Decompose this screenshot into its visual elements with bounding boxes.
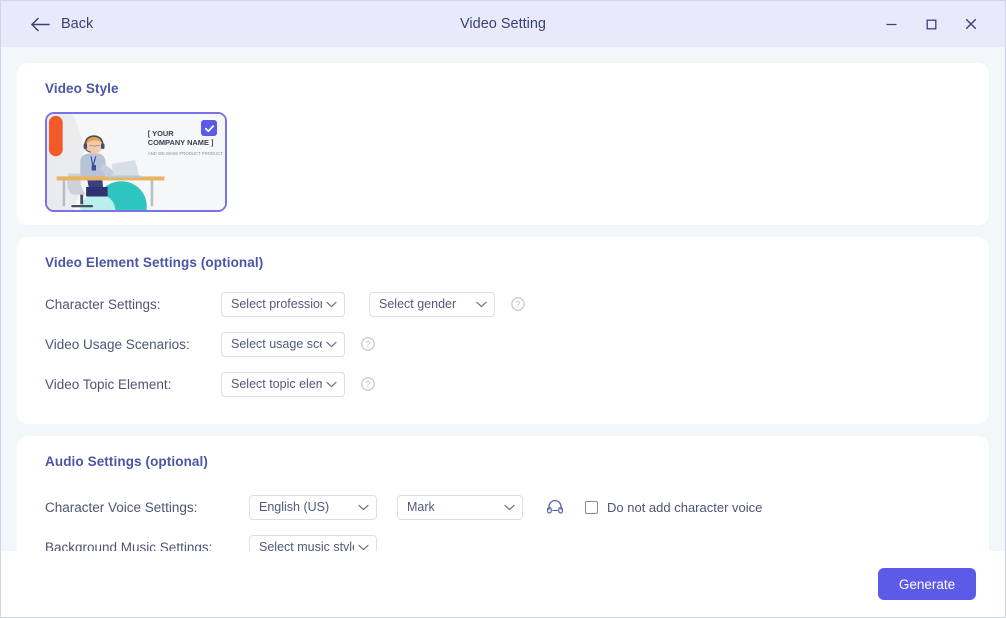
character-settings-help-icon[interactable]: ?	[511, 297, 525, 311]
usage-scenarios-row: Video Usage Scenarios: Select usage scen…	[17, 324, 989, 364]
minimize-button[interactable]	[871, 9, 911, 39]
voice-name-value: Mark	[407, 500, 435, 514]
topic-element-label: Video Topic Element:	[45, 376, 172, 392]
thumbnail-company-line2: COMPANY NAME ]	[148, 138, 214, 147]
chevron-down-icon	[504, 504, 515, 510]
no-character-voice-checkbox[interactable]: Do not add character voice	[585, 500, 762, 515]
usage-scenario-select[interactable]: Select usage scena	[221, 331, 345, 357]
video-style-options: [ YOUR COMPANY NAME ] AND WE MAKE PRODUC…	[17, 96, 989, 212]
generate-button[interactable]: Generate	[878, 568, 976, 600]
video-style-section-title: Video Style	[45, 81, 119, 96]
character-voice-label: Character Voice Settings:	[45, 499, 198, 515]
voice-language-value: English (US)	[259, 500, 330, 514]
video-style-thumbnail[interactable]: [ YOUR COMPANY NAME ] AND WE MAKE PRODUC…	[45, 112, 227, 212]
background-music-label: Background Music Settings:	[45, 539, 213, 552]
maximize-button[interactable]	[911, 9, 951, 39]
music-style-value: Select music style	[259, 540, 354, 551]
checkmark-icon	[204, 124, 214, 132]
settings-content: Video Style [YOUR COMPANY NAME] AND WE…	[1, 47, 1005, 551]
voice-language-select[interactable]: English (US)	[249, 494, 377, 520]
video-setting-window: Back Video Setting Video Style [YOUR CO…	[0, 0, 1006, 618]
usage-scenario-select-value: Select usage scena	[231, 337, 322, 351]
usage-scenarios-label: Video Usage Scenarios:	[45, 336, 190, 352]
svg-text:?: ?	[366, 380, 371, 389]
chevron-down-icon	[326, 381, 337, 387]
topic-element-row: Video Topic Element: Select topic eleme …	[17, 364, 989, 404]
usage-scenarios-help-icon[interactable]: ?	[361, 337, 375, 351]
voice-name-select[interactable]: Mark	[397, 494, 523, 520]
window-title: Video Setting	[460, 16, 546, 32]
background-music-row: Background Music Settings: Select music …	[17, 527, 989, 551]
topic-element-help-icon[interactable]: ?	[361, 377, 375, 391]
chevron-down-icon	[358, 504, 369, 510]
video-element-section-title: Video Element Settings (optional)	[45, 255, 264, 270]
svg-text:?: ?	[366, 340, 371, 349]
topic-element-select-value: Select topic eleme	[231, 377, 322, 391]
close-button[interactable]	[951, 9, 991, 39]
no-character-voice-label: Do not add character voice	[607, 499, 763, 515]
video-style-panel: Video Style [YOUR COMPANY NAME] AND WE…	[17, 63, 989, 225]
audio-settings-section-title: Audio Settings (optional)	[45, 454, 208, 469]
profession-select[interactable]: Select profession	[221, 291, 345, 317]
back-arrow-icon	[31, 17, 50, 32]
chevron-down-icon	[326, 341, 337, 347]
back-label: Back	[61, 16, 94, 32]
thumbnail-company-line1: [ YOUR	[148, 129, 175, 138]
video-element-settings-panel: Video Element Settings (optional) Charac…	[17, 237, 989, 424]
headphones-icon[interactable]	[546, 498, 564, 516]
thumbnail-tagline: AND WE MAKE PRODUCT PRODUCT	[148, 151, 224, 156]
gender-select[interactable]: Select gender	[369, 291, 495, 317]
window-controls	[871, 9, 991, 39]
no-character-voice-box	[585, 500, 598, 514]
video-style-selected-checkbox[interactable]	[201, 120, 217, 136]
video-style-illustration: [ YOUR COMPANY NAME ] AND WE MAKE PRODUC…	[47, 114, 225, 210]
character-settings-label: Character Settings:	[45, 296, 161, 312]
chevron-down-icon	[326, 301, 337, 307]
music-style-select[interactable]: Select music style	[249, 534, 377, 551]
footer-bar: Generate	[1, 551, 1005, 617]
topic-element-select[interactable]: Select topic eleme	[221, 371, 345, 397]
back-button[interactable]: Back	[31, 16, 93, 32]
character-voice-row: Character Voice Settings: English (US) M…	[17, 487, 989, 527]
chevron-down-icon	[358, 544, 369, 550]
profession-select-value: Select profession	[231, 297, 322, 311]
svg-text:?: ?	[516, 300, 521, 309]
audio-settings-panel: Audio Settings (optional) Character Voic…	[17, 436, 989, 551]
gender-select-value: Select gender	[379, 297, 457, 311]
title-bar: Back Video Setting	[1, 1, 1005, 47]
chevron-down-icon	[476, 301, 487, 307]
character-settings-row: Character Settings: Select profession Se…	[17, 284, 989, 324]
